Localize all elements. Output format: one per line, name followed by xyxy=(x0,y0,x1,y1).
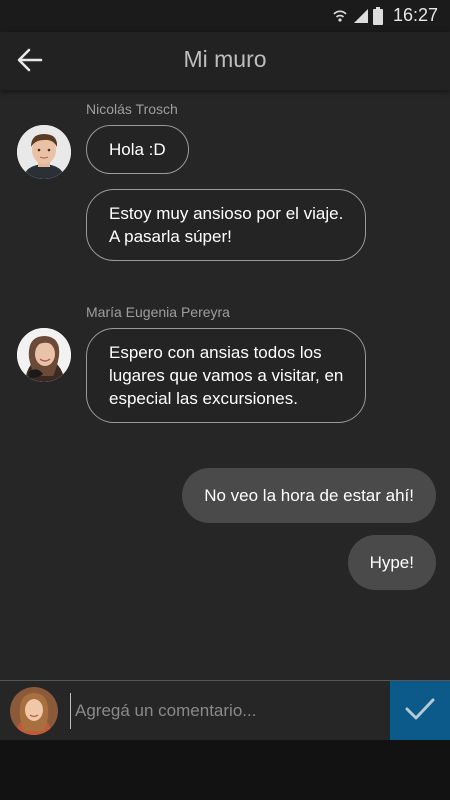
status-icons: 16:27 xyxy=(333,5,438,26)
sender-name: María Eugenia Pereyra xyxy=(86,304,230,320)
chat-feed: Nicolás Trosch Hola :D Estoy muy ansioso… xyxy=(0,90,450,680)
message-bubble: Hola :D xyxy=(86,125,189,174)
message-bubble: Espero con ansias todos los lugares que … xyxy=(86,328,367,423)
avatar[interactable] xyxy=(17,328,71,382)
wifi-icon xyxy=(333,7,347,25)
message-bubble: Estoy muy ansioso por el viaje. A pasarl… xyxy=(86,189,367,261)
own-message-bubble: No veo la hora de estar ahí! xyxy=(182,468,436,523)
status-bar: 16:27 xyxy=(0,0,450,32)
sender-name: Nicolás Trosch xyxy=(86,101,178,117)
signal-icon xyxy=(353,7,368,25)
comment-input[interactable] xyxy=(70,693,382,729)
comment-composer xyxy=(0,680,450,741)
send-button[interactable] xyxy=(390,681,450,741)
navigation-area xyxy=(0,740,450,800)
battery-icon xyxy=(372,6,387,25)
status-time: 16:27 xyxy=(392,5,438,25)
avatar xyxy=(10,687,58,735)
avatar[interactable] xyxy=(17,125,71,179)
checkmark-icon xyxy=(405,697,435,726)
page-title: Mi muro xyxy=(183,46,267,72)
app-bar: Mi muro xyxy=(0,32,450,90)
own-message-bubble: Hype! xyxy=(347,535,436,590)
